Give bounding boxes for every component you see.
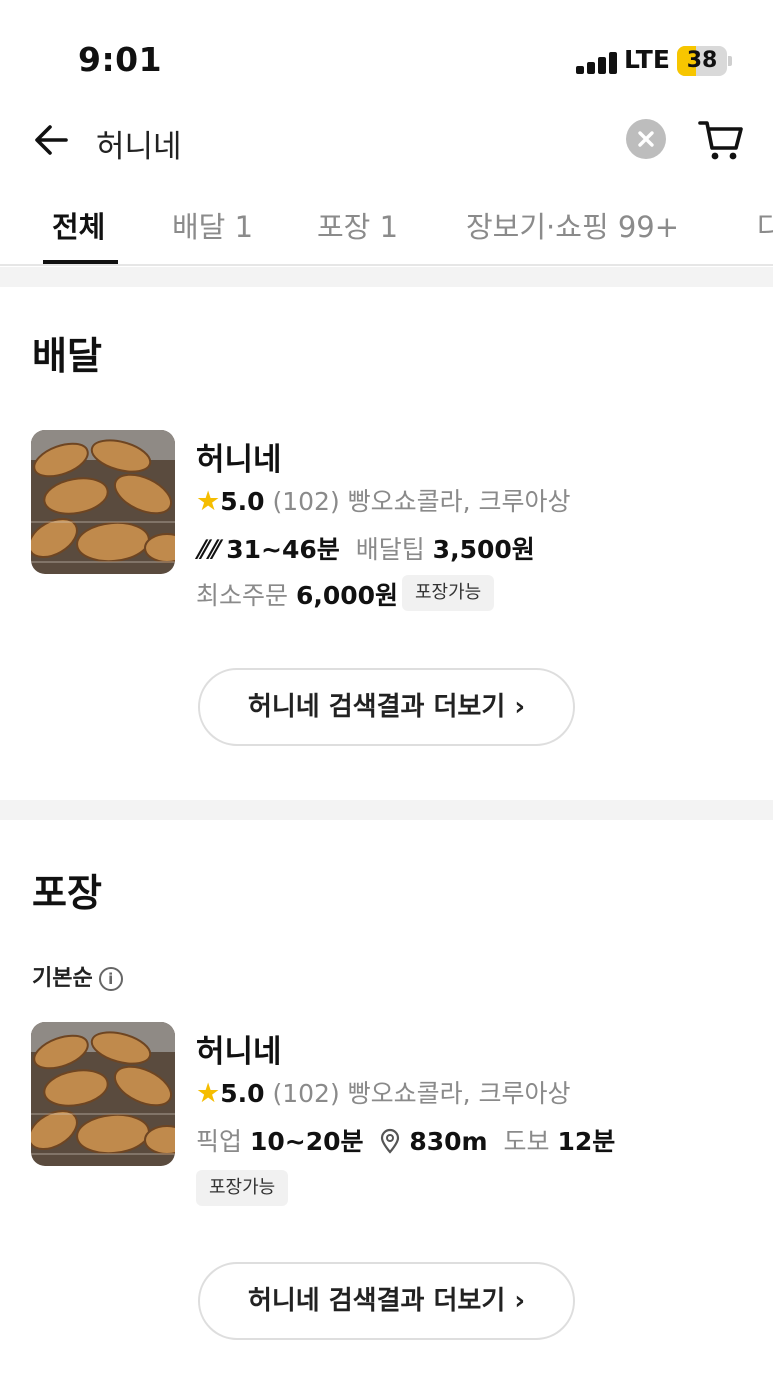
status-bar: 9:01 LTE 38	[0, 0, 773, 110]
rating-row: ★5.0 (102) 빵오쇼콜라, 크루아상	[196, 486, 571, 517]
store-name: 허니네	[196, 1034, 282, 1070]
rating-row: ★5.0 (102) 빵오쇼콜라, 크루아상	[196, 1078, 571, 1109]
tab-delivery[interactable]: 배달 1	[172, 204, 253, 246]
delivery-info-row: ⫽⫽ 31~46분 배달팁 3,500원	[196, 535, 535, 564]
battery-percent: 38	[686, 48, 718, 73]
section-title-takeout: 포장	[32, 871, 102, 915]
back-arrow-icon[interactable]	[30, 118, 74, 162]
signal-icon	[576, 52, 620, 74]
store-name: 허니네	[196, 442, 282, 478]
min-order-row: 최소주문 6,000원	[196, 581, 399, 610]
status-time: 9:01	[78, 40, 163, 79]
cart-icon[interactable]	[697, 114, 745, 164]
section-divider	[0, 267, 773, 287]
clear-icon[interactable]	[626, 119, 666, 159]
tab-more[interactable]: 다	[757, 204, 773, 246]
takeout-available-badge: 포장가능	[402, 575, 495, 611]
chevron-right-icon: ›	[514, 692, 526, 722]
takeout-available-badge: 포장가능	[196, 1170, 289, 1206]
info-icon[interactable]: i	[98, 967, 123, 991]
section-title-delivery: 배달	[32, 334, 102, 378]
store-thumbnail[interactable]	[31, 430, 175, 574]
tab-shopping[interactable]: 장보기·쇼핑 99+	[466, 204, 679, 246]
network-type: LTE	[624, 45, 670, 74]
location-pin-icon	[379, 1127, 409, 1156]
search-header: 허니네	[0, 108, 773, 172]
section-divider	[0, 800, 773, 820]
takeout-more-button[interactable]: 허니네 검색결과 더보기 ›	[198, 1262, 575, 1340]
chevron-right-icon: ›	[514, 1286, 526, 1316]
store-thumbnail[interactable]	[31, 1022, 175, 1166]
sort-label[interactable]: 기본순 i	[32, 960, 123, 992]
pickup-info-row: 픽업 10~20분 830m 도보 12분	[196, 1127, 616, 1156]
battery-icon: 38	[677, 46, 732, 76]
category-tabs: 전체 배달 1 포장 1 장보기·쇼핑 99+ 다	[0, 190, 773, 266]
search-input[interactable]: 허니네	[96, 121, 182, 166]
tab-indicator	[43, 260, 118, 264]
star-icon: ★	[196, 1078, 221, 1109]
tab-takeout[interactable]: 포장 1	[317, 204, 398, 246]
delivery-rider-icon: ⫽⫽	[196, 535, 219, 564]
star-icon: ★	[196, 486, 221, 517]
delivery-more-button[interactable]: 허니네 검색결과 더보기 ›	[198, 668, 575, 746]
tab-all[interactable]: 전체	[52, 204, 105, 246]
